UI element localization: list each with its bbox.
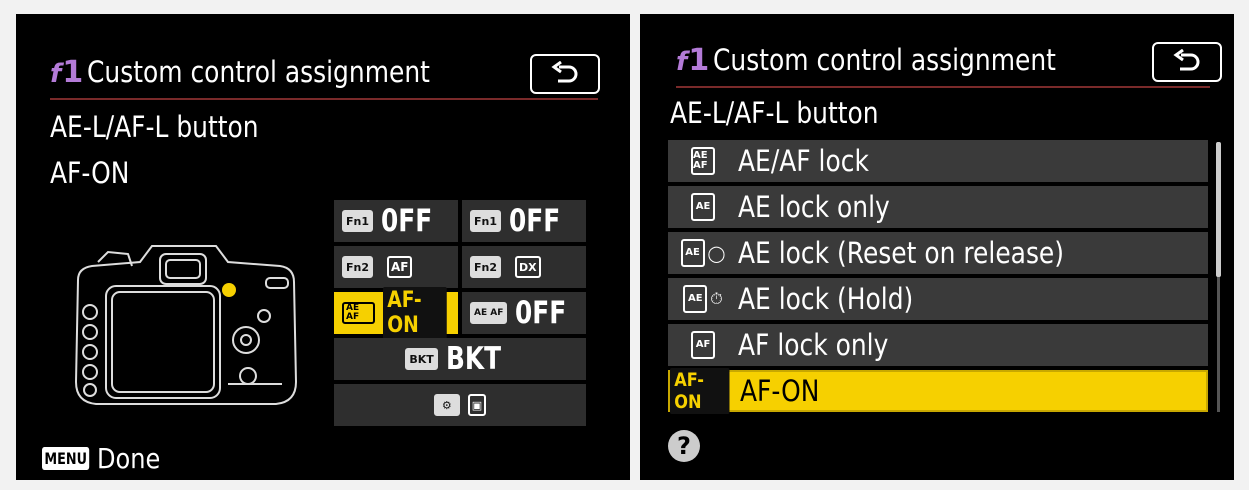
crop-dx-icon: DX	[515, 256, 541, 278]
page-title: f1 Custom control assignment	[676, 46, 1112, 76]
af-on-icon: AF-ON	[670, 368, 730, 414]
grid-fn2-vertical[interactable]: Fn2 DX	[462, 246, 586, 288]
af-lock-icon: AF	[387, 256, 413, 278]
grid-ae-af-lock[interactable]: AE AF AF-ON	[334, 287, 458, 339]
fn1-vertical-icon: Fn1	[470, 210, 501, 232]
af-on-icon: AF-ON	[382, 287, 447, 339]
option-label: AE lock only	[738, 190, 890, 224]
done-label: Done	[97, 442, 161, 475]
option-ae-lock-only[interactable]: AE AE lock only	[668, 186, 1208, 228]
back-arrow-icon	[551, 61, 578, 83]
option-label: AE lock (Reset on release)	[738, 236, 1065, 270]
option-ae-af-lock[interactable]: AE AF AE/AF lock	[668, 140, 1208, 182]
grid-fn1[interactable]: Fn1 0FF	[334, 200, 458, 242]
back-arrow-icon	[1173, 49, 1200, 71]
f1-indicator: f1	[50, 55, 84, 90]
f1-indicator: f1	[676, 43, 710, 78]
option-af-on[interactable]: AF-ON AF-ON	[668, 368, 1208, 414]
title-text: Custom control assignment	[87, 55, 431, 89]
fn1-icon: Fn1	[342, 210, 373, 232]
control-name: AE-L/AF-L button	[670, 96, 879, 130]
ae-af-lock-icon: AE AF	[691, 147, 715, 175]
grid-fn1-vertical[interactable]: Fn1 0FF	[462, 200, 586, 242]
ae-lock-icon: AE	[691, 193, 715, 221]
right-screen: f1 Custom control assignment AE-L/AF-L b…	[640, 14, 1234, 480]
option-ae-lock-hold[interactable]: AE ⏱ AE lock (Hold)	[668, 278, 1208, 320]
option-label: AF-ON	[740, 374, 820, 408]
grid-bkt[interactable]: BKT BKT	[334, 338, 586, 380]
metering-icon: ▣	[467, 394, 487, 416]
left-screen: f1 Custom control assignment AE-L/AF-L b…	[16, 14, 630, 480]
page-title: f1 Custom control assignment	[50, 58, 486, 88]
timer-icon: ⏱	[710, 289, 723, 308]
option-label: AE/AF lock	[738, 144, 869, 178]
fn2-icon: Fn2	[342, 256, 373, 278]
help-icon[interactable]: ?	[668, 430, 700, 462]
option-label: AF lock only	[738, 328, 889, 362]
title-divider	[676, 86, 1210, 88]
ae-af-lock-vertical-icon: AE AF	[470, 302, 508, 324]
ae-lock-hold-icon: AE	[683, 285, 708, 313]
ae-lock-reset-icon: AE	[680, 239, 705, 267]
grid-command-dial[interactable]: ⚙ ▣	[334, 384, 586, 426]
title-divider	[50, 98, 598, 100]
grid-ae-af-lock-vertical[interactable]: AE AF 0FF	[462, 292, 586, 334]
release-icon: ◯	[707, 243, 726, 263]
dial-icon: ⚙	[433, 394, 460, 416]
ae-af-lock-icon: AE AF	[342, 302, 375, 324]
scrollbar-thumb[interactable]	[1216, 142, 1221, 277]
title-text: Custom control assignment	[713, 43, 1057, 77]
grid-fn2[interactable]: Fn2 AF	[334, 246, 458, 288]
bkt-icon: BKT	[405, 348, 438, 370]
option-af-lock-only[interactable]: AF AF lock only	[668, 324, 1208, 366]
back-button[interactable]	[1152, 42, 1222, 82]
option-ae-lock-reset[interactable]: AE ◯ AE lock (Reset on release)	[668, 232, 1208, 274]
option-label: AE lock (Hold)	[738, 282, 914, 316]
back-button[interactable]	[530, 54, 600, 94]
camera-back-illustration	[74, 245, 298, 405]
current-assignment: AF-ON	[50, 156, 130, 190]
fn2-vertical-icon: Fn2	[470, 256, 501, 278]
menu-icon: MENU	[42, 447, 90, 470]
menu-done-button[interactable]: MENU Done	[42, 442, 171, 475]
control-name: AE-L/AF-L button	[50, 110, 259, 144]
af-lock-icon: AF	[691, 331, 715, 359]
